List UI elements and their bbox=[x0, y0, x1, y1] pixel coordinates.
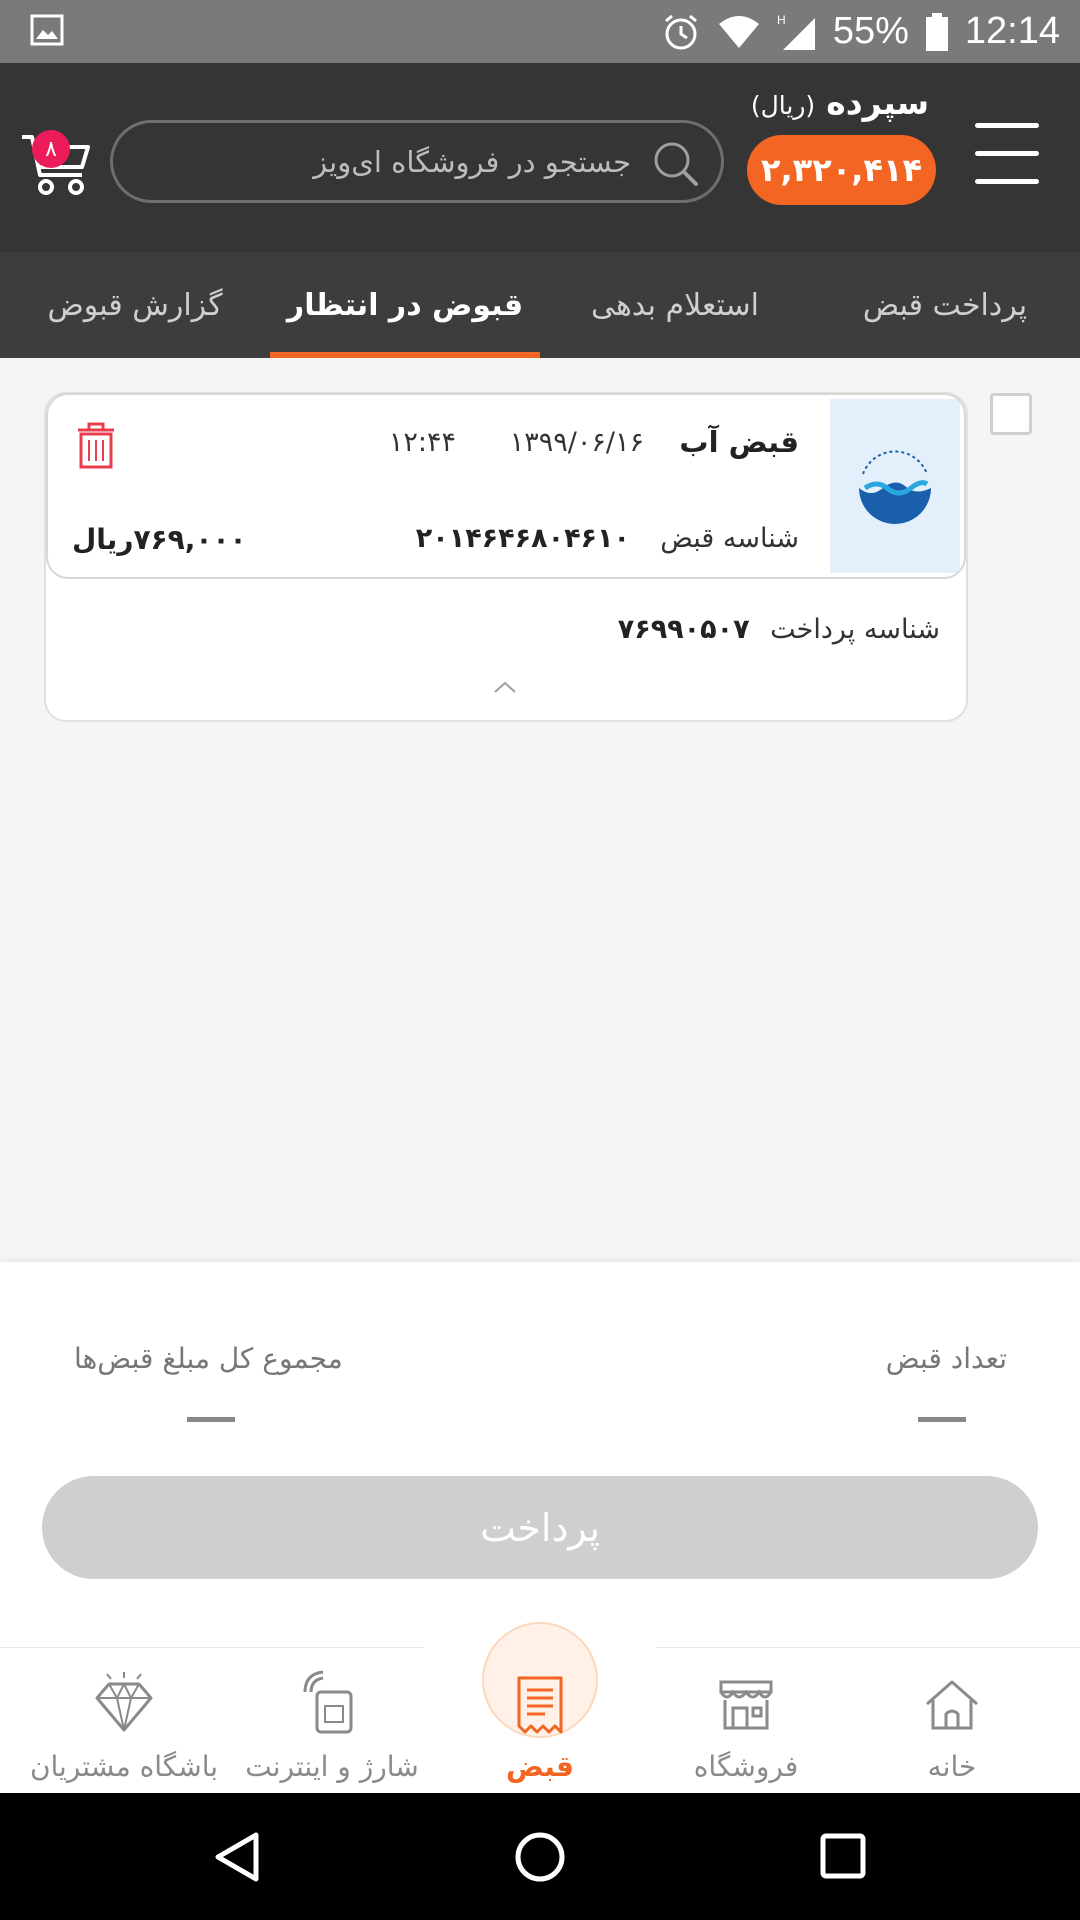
battery-percent: 55% bbox=[832, 10, 909, 52]
nav-charge-internet[interactable]: شارژ و اینترنت bbox=[232, 1660, 432, 1783]
credit-unit: (ریال) bbox=[750, 91, 816, 120]
alarm-icon bbox=[664, 14, 697, 49]
bill-select-checkbox[interactable] bbox=[990, 393, 1032, 435]
nav-home[interactable]: خانه bbox=[852, 1660, 1052, 1783]
nav-charge-internet-label: شارژ و اینترنت bbox=[245, 1750, 419, 1783]
chevron-up-icon[interactable] bbox=[493, 680, 517, 694]
search-icon[interactable] bbox=[651, 139, 699, 187]
bill-id-label: شناسه قبض bbox=[660, 523, 799, 554]
status-bar: H 55% 12:14 bbox=[0, 0, 1080, 63]
home-circle-icon[interactable] bbox=[514, 1831, 566, 1883]
nav-store[interactable]: فروشگاه bbox=[646, 1660, 846, 1783]
search-input[interactable] bbox=[153, 123, 631, 200]
payment-id-value: ۷۶۹۹۰۵۰۷ bbox=[617, 614, 750, 645]
recent-apps-icon[interactable] bbox=[820, 1833, 866, 1879]
credit-balance-button[interactable]: ۲,۳۲۰,۴۱۴ bbox=[747, 135, 936, 205]
nav-home-label: خانه bbox=[927, 1750, 977, 1783]
back-icon[interactable] bbox=[212, 1831, 262, 1883]
delete-trash-icon[interactable] bbox=[74, 421, 118, 469]
nav-bills[interactable]: قبض bbox=[440, 1660, 640, 1783]
tab-bills-report[interactable]: گزارش قبوض bbox=[30, 252, 240, 358]
bill-time: ۱۲:۴۴ bbox=[388, 427, 456, 458]
home-icon bbox=[926, 1680, 978, 1730]
android-navigation-bar bbox=[0, 1793, 1080, 1920]
payment-id-row: شناسه پرداخت ۷۶۹۹۰۵۰۷ bbox=[618, 614, 940, 645]
search-box[interactable] bbox=[110, 120, 724, 203]
bill-type-title: قبض آب bbox=[679, 425, 799, 459]
diamond-icon bbox=[95, 1672, 153, 1732]
tab-pending-bills[interactable]: قبوض در انتظار bbox=[270, 252, 540, 358]
app-header: سپرده (ریال) ۲,۳۲۰,۴۱۴ bbox=[0, 63, 1080, 252]
bill-count-value-dash bbox=[918, 1417, 966, 1422]
payment-id-label: شناسه پرداخت bbox=[770, 614, 940, 645]
battery-icon bbox=[925, 12, 948, 51]
clock-time: 12:14 bbox=[964, 10, 1060, 52]
nav-customer-club[interactable]: باشگاه مشتریان bbox=[24, 1660, 224, 1783]
network-type-text: H bbox=[777, 13, 786, 27]
cart-count-badge: ۸ bbox=[32, 130, 70, 168]
water-logo-icon bbox=[859, 450, 931, 524]
bill-date: ۱۳۹۹/۰۶/۱۶ bbox=[509, 427, 644, 458]
tab-pay-bill[interactable]: پرداخت قبض bbox=[840, 252, 1050, 358]
tab-bar: پرداخت قبض استعلام بدهی قبوض در انتظار گ… bbox=[0, 252, 1080, 358]
sim-card-icon bbox=[303, 1670, 353, 1734]
nav-bills-label: قبض bbox=[506, 1750, 574, 1783]
wifi-icon bbox=[718, 15, 759, 48]
tab-debt-inquiry[interactable]: استعلام بدهی bbox=[560, 252, 790, 358]
water-company-logo bbox=[830, 399, 960, 573]
gallery-notification-icon bbox=[30, 14, 64, 46]
total-amount-label: مجموع کل مبلغ قبض‌ها bbox=[74, 1342, 343, 1375]
signal-icon: H bbox=[777, 13, 815, 50]
nav-store-label: فروشگاه bbox=[693, 1750, 799, 1783]
bill-count-label: تعداد قبض bbox=[885, 1342, 1007, 1375]
nav-customer-club-label: باشگاه مشتریان bbox=[29, 1750, 219, 1783]
pay-button[interactable]: پرداخت bbox=[42, 1476, 1038, 1579]
total-amount-value-dash bbox=[187, 1417, 235, 1422]
bill-id-value: ۲۰۱۴۶۴۶۸۰۴۶۱۰ bbox=[415, 523, 630, 554]
bill-card-header: قبض آب ۱۳۹۹/۰۶/۱۶ ۱۲:۴۴ شناسه قبض ۲۰۱۴۶۴… bbox=[46, 393, 966, 579]
bill-receipt-icon bbox=[517, 1676, 563, 1734]
store-icon bbox=[719, 1680, 773, 1730]
credit-name: سپرده bbox=[826, 83, 930, 122]
bill-amount: ۷۶۹,۰۰۰ریال bbox=[72, 523, 247, 556]
credit-title: سپرده (ریال) bbox=[740, 83, 940, 122]
hamburger-menu-icon[interactable] bbox=[975, 123, 1039, 193]
